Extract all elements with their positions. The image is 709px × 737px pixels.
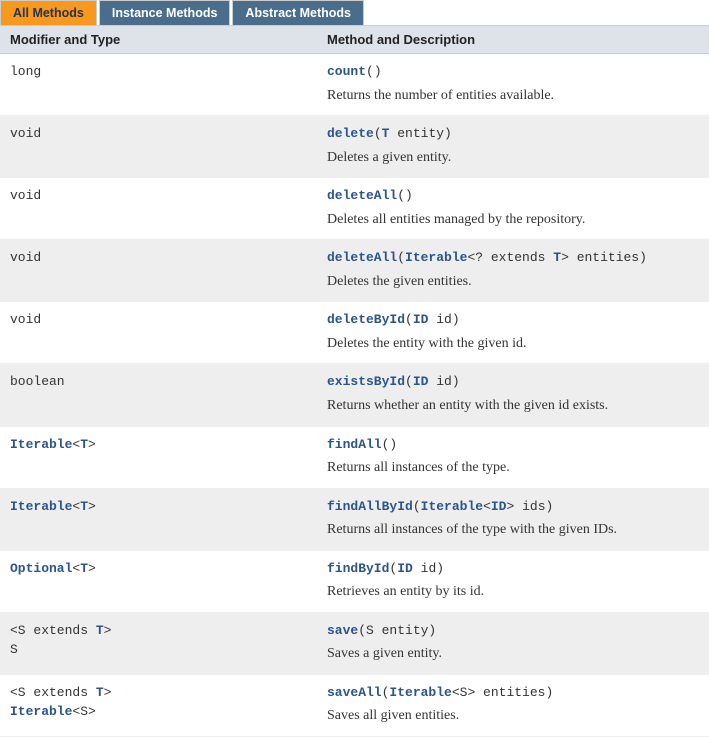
method-name-link[interactable]: findAll — [327, 437, 382, 452]
method-cell: deleteAll() Deletes all entities managed … — [317, 178, 709, 239]
method-params: (S entity) — [358, 623, 436, 638]
table-row: boolean existsById(ID id) Returns whether … — [0, 364, 709, 426]
method-cell: findAllById(Iterable<ID> ids) Returns all… — [317, 489, 709, 550]
method-signature: deleteAll(Iterable<? extends T> entities… — [327, 248, 699, 268]
modifier-cell: Optional<T> — [0, 551, 317, 612]
method-signature: deleteAll() — [327, 186, 699, 206]
method-params: (Iterable<? extends T> entities) — [397, 250, 647, 265]
table-row: <S extends T>Iterable<S>saveAll(Iterable… — [0, 675, 709, 737]
table-row: void deleteAll(Iterable<? extends T> enti… — [0, 240, 709, 302]
modifier-cell: <S extends T>Iterable<S> — [0, 675, 317, 736]
modifier-cell: void — [0, 302, 317, 363]
table-row: void deleteById(ID id) Deletes the entity … — [0, 302, 709, 364]
method-name-link[interactable]: save — [327, 623, 358, 638]
method-description: Deletes a given entity. — [327, 148, 699, 168]
method-signature: delete(T entity) — [327, 124, 699, 144]
method-description: Returns whether an entity with the given… — [327, 396, 699, 416]
method-name-link[interactable]: deleteAll — [327, 250, 397, 265]
header-method: Method and Description — [317, 26, 709, 53]
method-signature: findById(ID id) — [327, 559, 699, 579]
method-cell: deleteAll(Iterable<? extends T> entities… — [317, 240, 709, 301]
method-description: Returns all instances of the type. — [327, 458, 699, 478]
method-name-link[interactable]: findAllById — [327, 499, 413, 514]
method-cell: count() Returns the number of entities av… — [317, 54, 709, 115]
modifier-cell: void — [0, 178, 317, 239]
method-description: Saves all given entities. — [327, 706, 699, 726]
method-signature: findAllById(Iterable<ID> ids) — [327, 497, 699, 517]
table-header: Modifier and Type Method and Description — [0, 26, 709, 54]
method-name-link[interactable]: existsById — [327, 374, 405, 389]
method-description: Saves a given entity. — [327, 644, 699, 664]
method-params: (ID id) — [405, 312, 460, 327]
modifier-cell: Iterable<T> — [0, 427, 317, 488]
table-row: Iterable<T>findAllById(Iterable<ID> ids)… — [0, 489, 709, 551]
method-params: () — [397, 188, 413, 203]
tab-instance-methods[interactable]: Instance Methods — [99, 0, 231, 25]
method-signature: save(S entity) — [327, 621, 699, 641]
method-cell: findById(ID id) Retrieves an entity by it… — [317, 551, 709, 612]
method-cell: existsById(ID id) Returns whether an enti… — [317, 364, 709, 425]
method-signature: existsById(ID id) — [327, 372, 699, 392]
tab-all-methods[interactable]: All Methods — [0, 0, 97, 25]
modifier-cell: void — [0, 240, 317, 301]
modifier-cell: boolean — [0, 364, 317, 425]
method-cell: saveAll(Iterable<S> entities) Saves all g… — [317, 675, 709, 736]
method-signature: saveAll(Iterable<S> entities) — [327, 683, 699, 703]
modifier-cell: Iterable<T> — [0, 489, 317, 550]
method-params: (ID id) — [389, 561, 444, 576]
table-row: Optional<T> findById(ID id) Retrieves an e… — [0, 551, 709, 613]
header-modifier: Modifier and Type — [0, 26, 317, 53]
method-signature: count() — [327, 62, 699, 82]
methods-table-body: longcount()Returns the number of entitie… — [0, 54, 709, 737]
method-signature: deleteById(ID id) — [327, 310, 699, 330]
method-params: () — [366, 64, 382, 79]
method-description: Deletes the entity with the given id. — [327, 334, 699, 354]
method-description: Returns the number of entities available… — [327, 86, 699, 106]
table-row: void deleteAll() Deletes all entities mana… — [0, 178, 709, 240]
method-name-link[interactable]: count — [327, 64, 366, 79]
method-description: Returns all instances of the type with t… — [327, 520, 699, 540]
method-signature: findAll() — [327, 435, 699, 455]
method-cell: findAll() Returns all instances of the ty… — [317, 427, 709, 488]
table-row: Iterable<T> findAll() Returns all instance… — [0, 427, 709, 489]
method-params: (T entity) — [374, 126, 452, 141]
method-params: () — [382, 437, 398, 452]
method-cell: delete(T entity) Deletes a given entity. — [317, 116, 709, 177]
table-row: <S extends T>S save(S entity) Saves a give… — [0, 613, 709, 675]
modifier-cell: long — [0, 54, 317, 115]
method-cell: deleteById(ID id) Deletes the entity with… — [317, 302, 709, 363]
table-row: void delete(T entity) Deletes a given enti… — [0, 116, 709, 178]
modifier-cell: <S extends T>S — [0, 613, 317, 674]
method-description: Deletes the given entities. — [327, 272, 699, 292]
method-params: (Iterable<ID> ids) — [413, 499, 553, 514]
method-name-link[interactable]: findById — [327, 561, 389, 576]
method-name-link[interactable]: delete — [327, 126, 374, 141]
method-params: (ID id) — [405, 374, 460, 389]
method-name-link[interactable]: deleteById — [327, 312, 405, 327]
method-description: Retrieves an entity by its id. — [327, 582, 699, 602]
method-tabs: All MethodsInstance MethodsAbstract Meth… — [0, 0, 709, 26]
method-name-link[interactable]: deleteAll — [327, 188, 397, 203]
tab-abstract-methods[interactable]: Abstract Methods — [232, 0, 364, 25]
method-description: Deletes all entities managed by the repo… — [327, 210, 699, 230]
method-cell: save(S entity) Saves a given entity. — [317, 613, 709, 674]
table-row: long count() Returns the number of entitie… — [0, 54, 709, 116]
modifier-cell: void — [0, 116, 317, 177]
